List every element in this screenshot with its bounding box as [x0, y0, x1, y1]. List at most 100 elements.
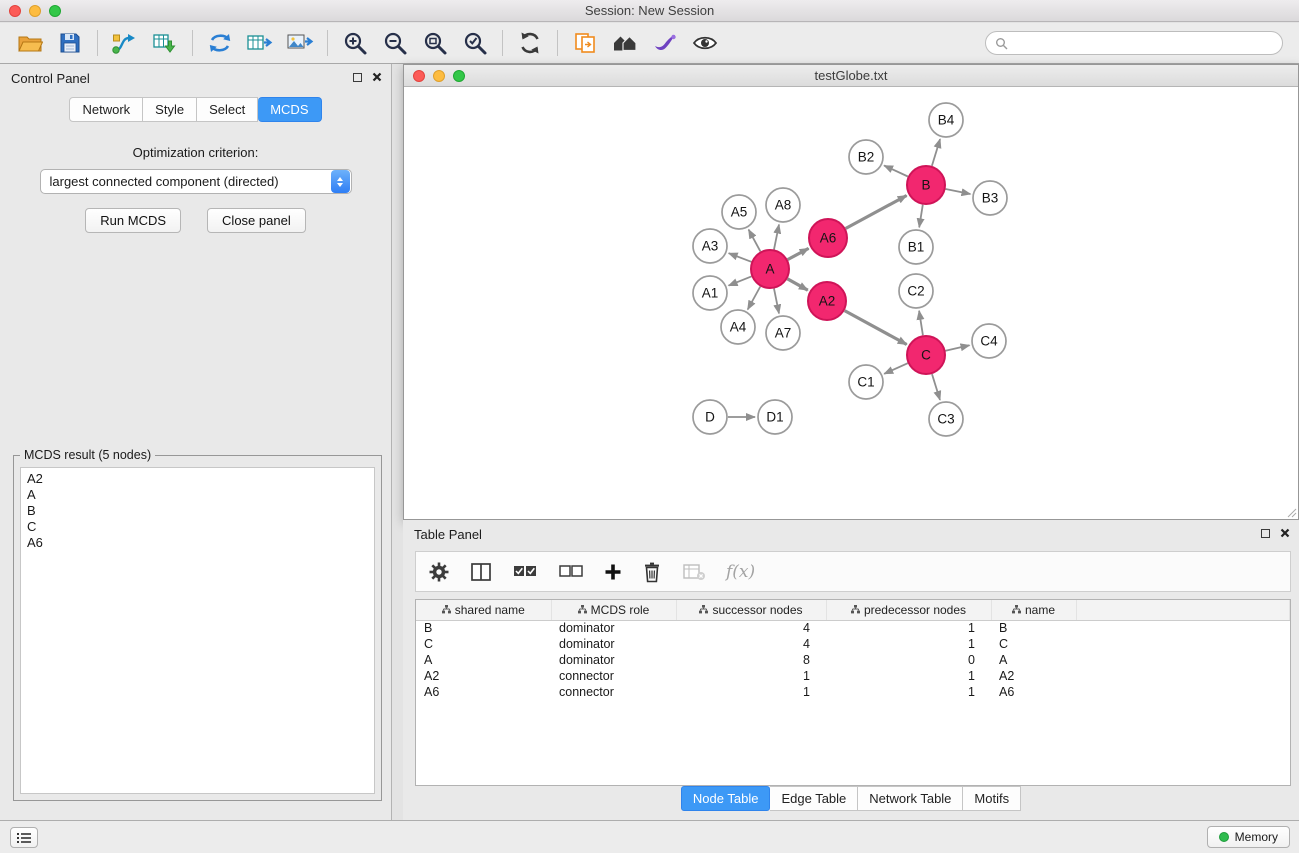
tab-style[interactable]: Style — [143, 97, 197, 122]
tab-mcds[interactable]: MCDS — [258, 97, 321, 122]
search-input[interactable] — [1013, 36, 1273, 50]
float-panel-icon[interactable] — [353, 73, 362, 82]
update-network-button[interactable] — [200, 26, 240, 60]
table-cell[interactable]: A — [416, 652, 551, 668]
table-cell[interactable]: C — [991, 636, 1076, 652]
graph-node-B3[interactable]: B3 — [973, 181, 1007, 215]
table-cell[interactable]: B — [416, 620, 551, 636]
deselect-all-columns-icon[interactable] — [558, 562, 584, 582]
graph-node-B1[interactable]: B1 — [899, 230, 933, 264]
table-cell[interactable]: 1 — [826, 668, 991, 684]
table-cell[interactable]: 1 — [826, 620, 991, 636]
zoom-window-button[interactable] — [49, 5, 61, 17]
graph-node-D1[interactable]: D1 — [758, 400, 792, 434]
toggle-visibility-button[interactable] — [685, 26, 725, 60]
graph-node-D[interactable]: D — [693, 400, 727, 434]
table-cell[interactable]: connector — [551, 684, 676, 700]
import-table-button[interactable] — [145, 26, 185, 60]
network-zoom-button[interactable] — [453, 70, 465, 82]
graph-node-C[interactable]: C — [907, 336, 945, 374]
graph-edge-B-B2[interactable] — [884, 166, 908, 177]
graph-node-A2[interactable]: A2 — [808, 282, 846, 320]
mcds-result-item[interactable]: A — [27, 487, 368, 503]
column-header-predecessor-nodes[interactable]: predecessor nodes — [826, 600, 991, 620]
table-row[interactable]: Bdominator41B — [416, 620, 1290, 636]
graph-edge-A6-B[interactable] — [846, 196, 907, 229]
search-field[interactable] — [985, 31, 1283, 55]
table-cell[interactable]: dominator — [551, 652, 676, 668]
refresh-layout-button[interactable] — [510, 26, 550, 60]
column-header-shared-name[interactable]: shared name — [416, 600, 551, 620]
graph-node-A6[interactable]: A6 — [809, 219, 847, 257]
zoom-in-button[interactable] — [335, 26, 375, 60]
zoom-fit-button[interactable] — [415, 26, 455, 60]
mcds-result-item[interactable]: A2 — [27, 471, 368, 487]
network-window-titlebar[interactable]: testGlobe.txt — [404, 65, 1298, 87]
graph-edge-C-C3[interactable] — [932, 374, 940, 400]
graph-edge-A-A4[interactable] — [748, 287, 761, 310]
graph-node-A5[interactable]: A5 — [722, 195, 756, 229]
graph-edge-C-C2[interactable] — [919, 311, 923, 335]
criterion-dropdown[interactable]: largest connected component (directed) — [40, 169, 352, 194]
table-cell[interactable]: 1 — [826, 684, 991, 700]
tab-select[interactable]: Select — [197, 97, 258, 122]
graph-edge-A-A3[interactable] — [729, 253, 752, 262]
table-cell[interactable]: A2 — [991, 668, 1076, 684]
tab-network[interactable]: Network — [69, 97, 143, 122]
table-cell[interactable]: 4 — [676, 620, 826, 636]
column-header-successor-nodes[interactable]: successor nodes — [676, 600, 826, 620]
table-row[interactable]: A2connector11A2 — [416, 668, 1290, 684]
graph-edge-A-A1[interactable] — [729, 276, 752, 285]
memory-button[interactable]: Memory — [1207, 826, 1290, 848]
mcds-result-item[interactable]: B — [27, 503, 368, 519]
run-mcds-button[interactable]: Run MCDS — [85, 208, 181, 233]
table-cell[interactable]: 1 — [676, 668, 826, 684]
table-cell[interactable]: 4 — [676, 636, 826, 652]
graph-edge-A-A7[interactable] — [774, 289, 779, 314]
tab-node-table[interactable]: Node Table — [681, 786, 771, 811]
graph-edge-A2-C[interactable] — [845, 311, 907, 345]
graph-node-A[interactable]: A — [751, 250, 789, 288]
network-close-button[interactable] — [413, 70, 425, 82]
table-cell[interactable]: A6 — [416, 684, 551, 700]
table-cell[interactable]: dominator — [551, 620, 676, 636]
table-row[interactable]: Cdominator41C — [416, 636, 1290, 652]
network-graph[interactable]: B4B2BB3A5A8A6B1A3AC2A1A2A4A7C4CC1C3DD1 — [404, 87, 1298, 519]
close-window-button[interactable] — [9, 5, 21, 17]
float-panel-icon[interactable] — [1261, 529, 1270, 538]
tab-edge-table[interactable]: Edge Table — [770, 786, 858, 811]
table-cell[interactable]: B — [991, 620, 1076, 636]
graph-edge-B-B3[interactable] — [946, 189, 971, 194]
table-cell[interactable]: dominator — [551, 636, 676, 652]
mcds-result-list[interactable]: A2ABCA6 — [20, 467, 375, 794]
add-column-icon[interactable] — [604, 563, 622, 581]
table-row[interactable]: Adominator80A — [416, 652, 1290, 668]
mcds-result-item[interactable]: A6 — [27, 535, 368, 551]
graph-node-A3[interactable]: A3 — [693, 229, 727, 263]
graph-node-B2[interactable]: B2 — [849, 140, 883, 174]
table-cell[interactable]: A6 — [991, 684, 1076, 700]
graph-edge-A-A8[interactable] — [774, 225, 779, 250]
select-all-columns-icon[interactable] — [512, 562, 538, 582]
table-cell[interactable]: 8 — [676, 652, 826, 668]
gear-icon[interactable] — [428, 561, 450, 583]
graph-node-A7[interactable]: A7 — [766, 316, 800, 350]
graph-edge-B-B1[interactable] — [919, 205, 923, 228]
delete-column-icon[interactable] — [642, 561, 662, 583]
close-panel-icon[interactable] — [1280, 528, 1290, 538]
graph-edge-B-B4[interactable] — [932, 139, 940, 166]
column-header-MCDS-role[interactable]: MCDS role — [551, 600, 676, 620]
network-minimize-button[interactable] — [433, 70, 445, 82]
graph-node-A8[interactable]: A8 — [766, 188, 800, 222]
graph-edge-A-A2[interactable] — [787, 279, 807, 290]
zoom-selected-button[interactable] — [455, 26, 495, 60]
close-panel-button[interactable]: Close panel — [207, 208, 306, 233]
network-canvas[interactable]: B4B2BB3A5A8A6B1A3AC2A1A2A4A7C4CC1C3DD1 — [404, 87, 1298, 519]
graph-node-C1[interactable]: C1 — [849, 365, 883, 399]
table-cell[interactable]: A — [991, 652, 1076, 668]
table-cell[interactable]: C — [416, 636, 551, 652]
tab-network-table[interactable]: Network Table — [858, 786, 963, 811]
import-network-button[interactable] — [105, 26, 145, 60]
show-columns-icon[interactable] — [470, 562, 492, 582]
graph-node-C4[interactable]: C4 — [972, 324, 1006, 358]
